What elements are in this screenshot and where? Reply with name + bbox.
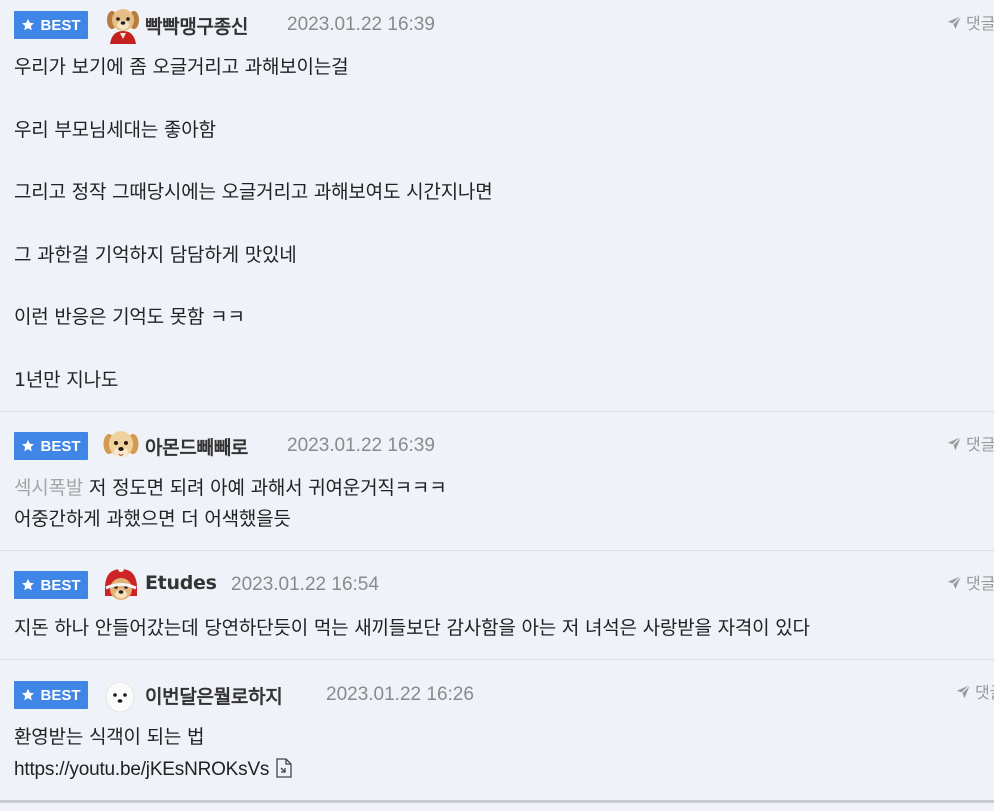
best-badge: BEST: [14, 571, 88, 599]
best-badge-label: BEST: [40, 576, 81, 594]
avatar[interactable]: [101, 676, 139, 714]
comment-text-line: 섹시폭발 저 정도면 되려 아예 과해서 귀여운거직ㅋㅋㅋ: [14, 475, 447, 501]
reply-button[interactable]: 댓글: [947, 431, 994, 455]
timestamp: 2023.01.22 16:54: [231, 574, 379, 595]
comment-header: BEST 빡빡맹구종신 2023.01.22 16:39 댓글: [0, 0, 994, 50]
nickname[interactable]: 빡빡맹구종신: [145, 12, 248, 39]
reply-label: 댓글: [966, 14, 994, 33]
send-arrow-icon: [956, 684, 971, 699]
reply-label: 댓글: [975, 683, 994, 702]
comment-text-line: 우리 부모님세대는 좋아함: [14, 119, 216, 141]
reply-button[interactable]: 댓글: [947, 10, 994, 34]
comment-item: BEST Etudes 2023.01.22 16:54 댓글 지돈 하나 안들…: [0, 551, 994, 660]
reply-button[interactable]: 댓글: [947, 570, 994, 594]
reply-label: 댓글: [966, 574, 994, 593]
best-badge: BEST: [14, 681, 88, 709]
comment-item: BEST 아몬드빼빼로 2023.01.22 16:39 댓글 섹시폭발 저 정…: [0, 412, 994, 551]
mention-tag[interactable]: 섹시폭발: [14, 477, 83, 499]
star-icon: [21, 578, 35, 592]
comment-text-line: 그 과한걸 기억하지 담담하게 맛있네: [14, 244, 297, 266]
comment-link-line: https://youtu.be/jKEsNROKsVs: [14, 757, 293, 783]
timestamp: 2023.01.22 16:39: [287, 14, 435, 35]
star-icon: [21, 439, 35, 453]
comment-header: BEST 이번달은뭘로하지 2023.01.22 16:26 댓글: [0, 660, 994, 713]
reply-button[interactable]: 댓글: [956, 679, 994, 703]
avatar[interactable]: [104, 6, 142, 44]
youtube-link[interactable]: https://youtu.be/jKEsNROKsVs: [14, 759, 269, 780]
comment-text-line: 1년만 지나도: [14, 369, 119, 391]
comment-header: BEST Etudes 2023.01.22 16:54 댓글: [0, 551, 994, 601]
best-badge: BEST: [14, 11, 88, 39]
comment-text-line: 그리고 정작 그때당시에는 오글거리고 과해보여도 시간지나면: [14, 181, 493, 203]
send-arrow-icon: [947, 575, 962, 590]
star-icon: [21, 688, 35, 702]
nickname[interactable]: 아몬드빼빼로: [145, 433, 248, 460]
best-badge-label: BEST: [40, 16, 81, 34]
comment-text-line: 어중간하게 과했으면 더 어색했을듯: [14, 508, 291, 530]
best-badge-label: BEST: [40, 686, 81, 704]
nickname[interactable]: Etudes: [145, 572, 217, 594]
list-bottom-divider: [0, 800, 994, 803]
comment-text-line: 환영받는 식객이 되는 법: [14, 726, 205, 748]
avatar[interactable]: [102, 566, 140, 604]
comment-item: BEST 이번달은뭘로하지 2023.01.22 16:26 댓글 환영받는 식…: [0, 660, 994, 800]
star-icon: [21, 18, 35, 32]
send-arrow-icon: [947, 436, 962, 451]
send-arrow-icon: [947, 15, 962, 30]
best-badge: BEST: [14, 432, 88, 460]
timestamp: 2023.01.22 16:26: [326, 684, 474, 705]
timestamp: 2023.01.22 16:39: [287, 435, 435, 456]
comment-text-line: 이런 반응은 기억도 못함 ㅋㅋ: [14, 306, 245, 328]
comment-text-line: 지돈 하나 안들어갔는데 당연하단듯이 먹는 새끼들보단 감사함을 아는 저 녀…: [14, 617, 810, 639]
reply-label: 댓글: [966, 435, 994, 454]
open-link-icon[interactable]: [275, 758, 293, 778]
comment-header: BEST 아몬드빼빼로 2023.01.22 16:39 댓글: [0, 412, 994, 462]
avatar[interactable]: [102, 427, 140, 465]
comment-text: 저 정도면 되려 아예 과해서 귀여운거직ㅋㅋㅋ: [88, 477, 447, 499]
comment-item: BEST 빡빡맹구종신 2023.01.22 16:39 댓글 우리가 보기에 …: [0, 0, 994, 412]
best-badge-label: BEST: [40, 437, 81, 455]
nickname[interactable]: 이번달은뭘로하지: [145, 682, 283, 709]
comment-text-line: 우리가 보기에 좀 오글거리고 과해보이는걸: [14, 56, 349, 78]
